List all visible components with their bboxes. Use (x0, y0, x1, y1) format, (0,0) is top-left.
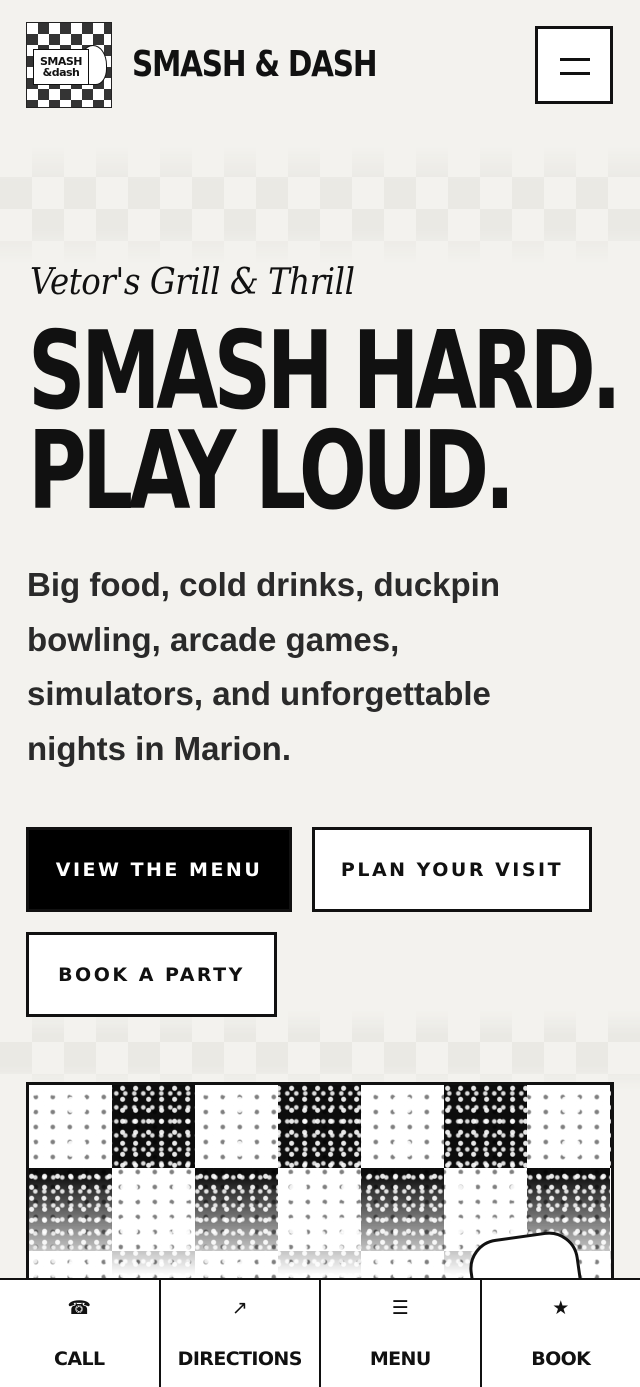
menu-label: MENU (370, 1348, 431, 1370)
logo-wordmark: SMASH &dash (33, 49, 89, 85)
hero-headline: SMASH HARD. PLAY LOUD. (28, 322, 617, 522)
book-party-button[interactable]: BOOK A PARTY (26, 932, 277, 1017)
menu-button[interactable]: ☰ MENU (321, 1280, 482, 1387)
checker-background-top (0, 145, 640, 265)
logo-text-line-2: &dash (43, 67, 80, 78)
menu-list-icon: ☰ (392, 1296, 409, 1320)
book-label: BOOK (531, 1348, 590, 1370)
book-button[interactable]: ★ BOOK (482, 1280, 640, 1387)
bottom-action-bar: ☎ CALL ↗ DIRECTIONS ☰ MENU ★ BOOK (0, 1278, 640, 1387)
hamburger-line (560, 58, 590, 61)
checker-background-middle (0, 1010, 640, 1090)
directions-label: DIRECTIONS (178, 1348, 302, 1370)
site-header: SMASH &dash SMASH & DASH (0, 0, 640, 135)
hamburger-icon[interactable] (535, 26, 613, 104)
directions-button[interactable]: ↗ DIRECTIONS (161, 1280, 322, 1387)
star-icon: ★ (552, 1296, 569, 1320)
hamburger-line (560, 72, 590, 75)
plan-visit-button[interactable]: PLAN YOUR VISIT (312, 827, 592, 912)
phone-icon: ☎ (67, 1296, 91, 1320)
hero-eyebrow: Vetor's Grill & Thrill (30, 262, 355, 303)
logo[interactable]: SMASH &dash (26, 22, 112, 108)
hero-intro: Big food, cold drinks, duckpin bowling, … (27, 558, 567, 776)
view-menu-button[interactable]: VIEW THE MENU (26, 827, 292, 912)
brand-name[interactable]: SMASH & DASH (132, 44, 376, 85)
arrow-up-right-icon: ↗ (232, 1296, 248, 1320)
call-button[interactable]: ☎ CALL (0, 1280, 161, 1387)
headline-line-2: PLAY LOUD. (28, 409, 511, 534)
call-label: CALL (54, 1348, 104, 1370)
